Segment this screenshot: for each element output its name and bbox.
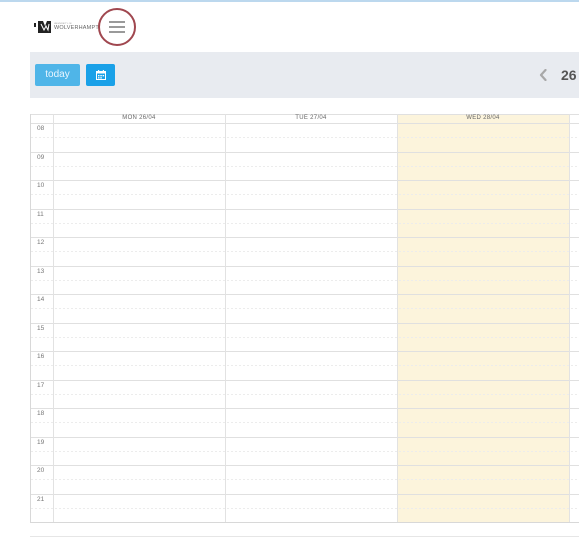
logo-mark-icon <box>34 21 51 33</box>
hour-label: 12 <box>37 239 45 246</box>
hour-label: 13 <box>37 268 45 275</box>
menu-button[interactable] <box>98 8 136 46</box>
hour-label: 08 <box>37 125 45 132</box>
hour-label: 19 <box>37 439 45 446</box>
hour-label: 21 <box>37 496 45 503</box>
hour-label: 14 <box>37 296 45 303</box>
today-button[interactable]: today <box>35 64 80 86</box>
chevron-left-icon <box>539 69 547 81</box>
hour-label: 11 <box>37 211 44 218</box>
hour-label: 09 <box>37 154 45 161</box>
calendar-toolbar: today 26 <box>30 52 579 98</box>
day-header: MON 26/04 <box>122 115 156 121</box>
hamburger-menu-icon <box>109 21 125 33</box>
hour-label: 20 <box>37 467 45 474</box>
site-header: UNIVERSITY OF WOLVERHAMPTON <box>0 2 579 52</box>
day-header: TUE 27/04 <box>295 115 327 121</box>
hour-label: 17 <box>37 382 45 389</box>
calendar-icon <box>95 70 106 80</box>
day-column-divider <box>569 114 570 522</box>
calendar-picker-button[interactable] <box>86 64 115 86</box>
date-range-label: 26 <box>561 67 577 83</box>
hour-label: 18 <box>37 410 45 417</box>
hour-label: 16 <box>37 353 45 360</box>
week-calendar-grid: MON 26/04 TUE 27/04 WED 28/04 08 09 10 11 12 13 1… <box>30 114 579 523</box>
previous-week-button[interactable] <box>536 65 550 85</box>
day-column-slots[interactable] <box>226 123 397 522</box>
day-column-slots[interactable] <box>54 123 225 522</box>
day-header: WED 28/04 <box>466 115 500 121</box>
hour-label: 10 <box>37 182 45 189</box>
day-column-slots[interactable] <box>398 123 569 522</box>
university-logo[interactable]: UNIVERSITY OF WOLVERHAMPTON <box>34 20 107 34</box>
hour-label: 15 <box>37 325 45 332</box>
